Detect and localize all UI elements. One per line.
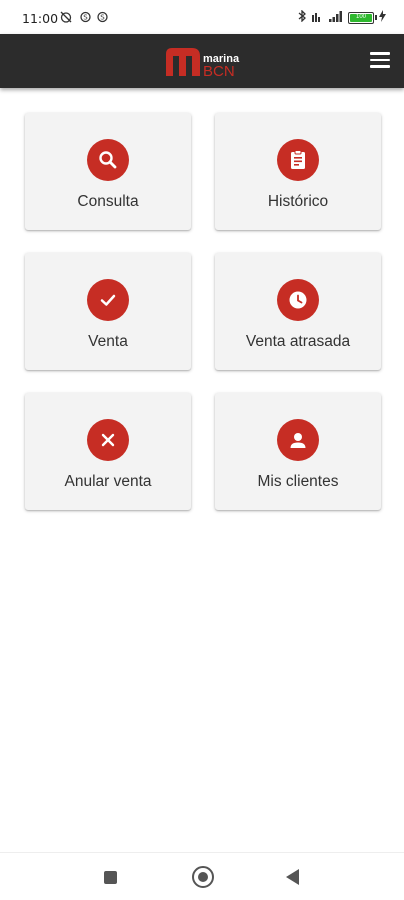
close-icon bbox=[87, 419, 129, 461]
wifi-icon bbox=[312, 10, 324, 25]
notification-icon-2: S bbox=[97, 11, 108, 26]
app-bar: marina BCN bbox=[0, 34, 404, 88]
notification-icon: S bbox=[80, 11, 91, 26]
anular-venta-card[interactable]: Anular venta bbox=[25, 393, 191, 510]
venta-atrasada-card[interactable]: Venta atrasada bbox=[215, 253, 381, 370]
clipboard-icon bbox=[277, 139, 319, 181]
svg-text:S: S bbox=[83, 14, 88, 22]
battery-level: 100 bbox=[350, 13, 372, 22]
system-nav-bar bbox=[0, 852, 404, 900]
check-icon bbox=[87, 279, 129, 321]
home-icon[interactable] bbox=[192, 866, 214, 888]
search-icon bbox=[87, 139, 129, 181]
logo-big-text: BCN bbox=[203, 63, 235, 80]
consulta-label: Consulta bbox=[77, 193, 139, 210]
venta-atrasada-label: Venta atrasada bbox=[245, 333, 351, 350]
consulta-card[interactable]: Consulta bbox=[25, 113, 191, 230]
clock-icon bbox=[277, 279, 319, 321]
person-icon bbox=[277, 419, 319, 461]
status-bar: 11:00 S S 100 bbox=[0, 0, 404, 34]
back-icon[interactable] bbox=[286, 869, 299, 885]
recent-apps-icon[interactable] bbox=[104, 871, 117, 884]
marina-bcn-logo: marina BCN bbox=[164, 42, 244, 82]
bluetooth-icon bbox=[297, 9, 307, 25]
mis-clientes-card[interactable]: Mis clientes bbox=[215, 393, 381, 510]
anular-venta-label: Anular venta bbox=[64, 473, 152, 490]
status-time: 11:00 bbox=[22, 11, 59, 26]
historico-card[interactable]: Histórico bbox=[215, 113, 381, 230]
status-right-icons: 100 bbox=[297, 9, 386, 25]
signal-icon bbox=[329, 10, 343, 25]
venta-label: Venta bbox=[88, 333, 128, 350]
mis-clientes-label: Mis clientes bbox=[257, 473, 339, 490]
menu-hamburger-icon[interactable] bbox=[370, 52, 390, 68]
alarm-off-icon bbox=[60, 11, 72, 26]
charging-icon bbox=[379, 10, 386, 25]
battery-icon: 100 bbox=[348, 11, 377, 24]
venta-card[interactable]: Venta bbox=[25, 253, 191, 370]
svg-text:S: S bbox=[100, 14, 105, 22]
historico-label: Histórico bbox=[267, 193, 329, 210]
